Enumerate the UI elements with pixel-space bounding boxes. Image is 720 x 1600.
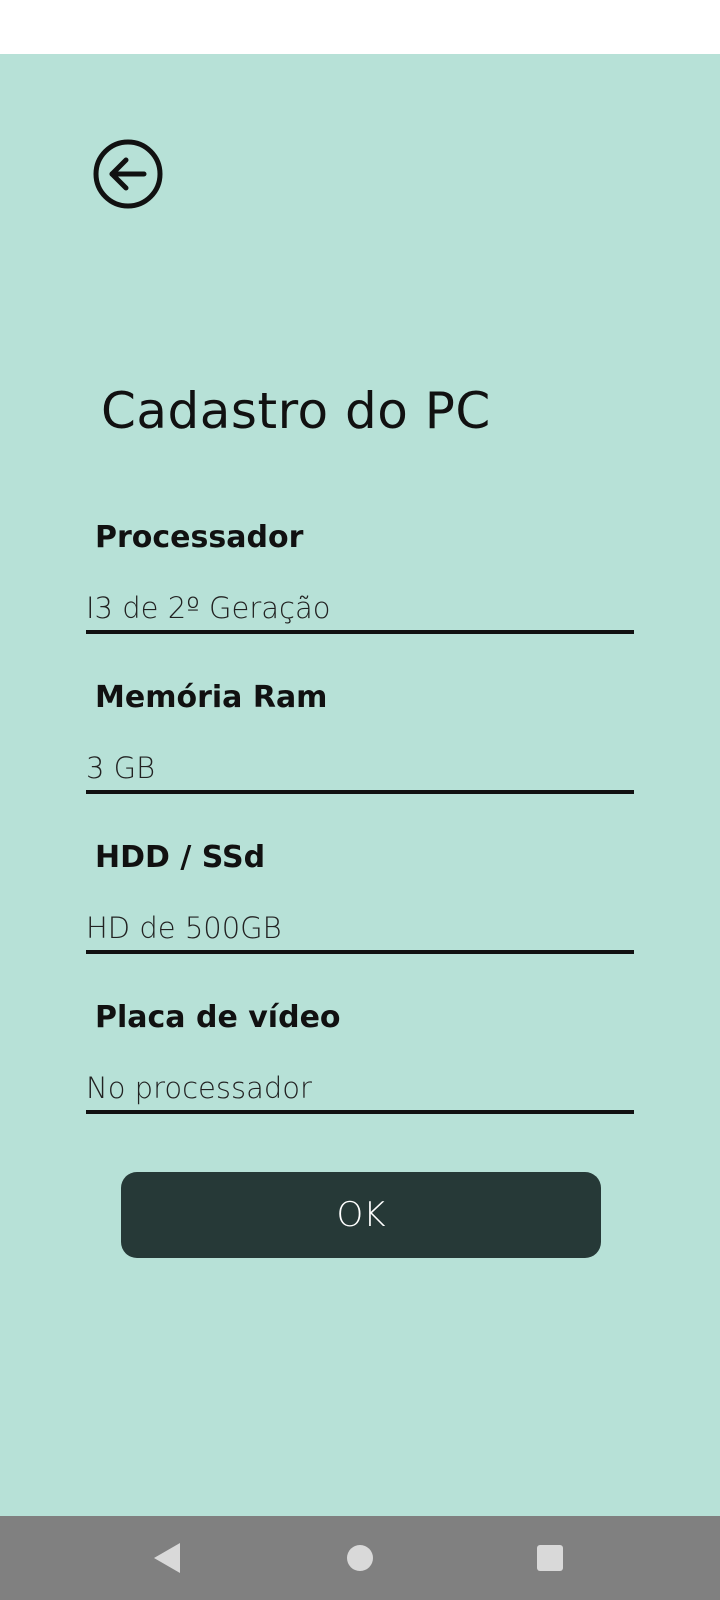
nav-back-triangle-icon bbox=[154, 1543, 180, 1573]
ram-input[interactable] bbox=[86, 746, 634, 794]
back-button[interactable] bbox=[92, 138, 164, 210]
storage-input[interactable] bbox=[86, 906, 634, 954]
nav-recents-button[interactable] bbox=[500, 1516, 600, 1600]
page-title: Cadastro do PC bbox=[101, 382, 491, 440]
navigation-bar bbox=[0, 1516, 720, 1600]
ok-button[interactable]: OK bbox=[121, 1172, 601, 1258]
gpu-label: Placa de vídeo bbox=[95, 1000, 341, 1035]
status-bar bbox=[0, 0, 720, 54]
nav-back-button[interactable] bbox=[117, 1516, 217, 1600]
processor-input[interactable] bbox=[86, 586, 634, 634]
arrow-left-circle-icon bbox=[93, 139, 163, 209]
ram-label: Memória Ram bbox=[95, 680, 328, 715]
processor-label: Processador bbox=[95, 520, 304, 555]
nav-recents-square-icon bbox=[537, 1545, 563, 1571]
storage-label: HDD / SSd bbox=[95, 840, 266, 875]
gpu-input[interactable] bbox=[86, 1066, 634, 1114]
nav-home-circle-icon bbox=[347, 1545, 373, 1571]
nav-home-button[interactable] bbox=[310, 1516, 410, 1600]
